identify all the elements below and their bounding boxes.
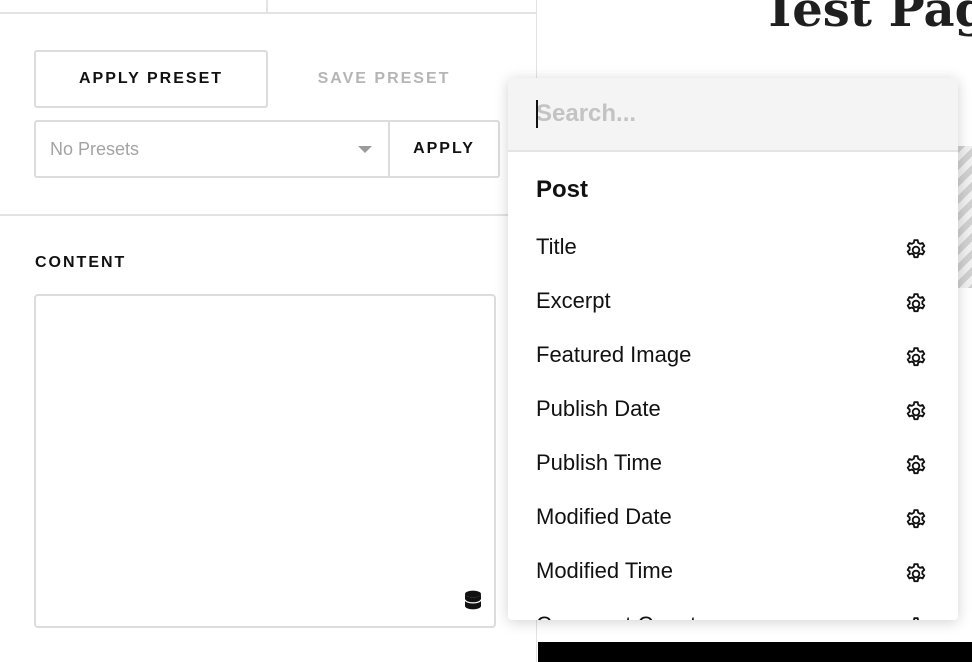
content-label: CONTENT (35, 254, 127, 271)
tab-divider (266, 0, 268, 12)
list-item-modified-date[interactable]: Modified Date (508, 492, 958, 546)
list-item-label: Modified Time (536, 558, 673, 583)
gear-icon[interactable] (904, 346, 928, 370)
list-item-comment-count[interactable]: Comment Count (508, 600, 958, 620)
apply-preset-button[interactable]: APPLY PRESET (34, 50, 268, 108)
group-label-post: Post (536, 176, 589, 203)
list-item-featured-image[interactable]: Featured Image (508, 330, 958, 384)
search-input[interactable] (536, 92, 936, 136)
gear-icon[interactable] (904, 616, 928, 620)
list-item-label: Publish Time (536, 450, 662, 475)
list-item-label: Excerpt (536, 288, 611, 313)
list-item-publish-time[interactable]: Publish Time (508, 438, 958, 492)
text-cursor (536, 100, 538, 128)
list-item-excerpt[interactable]: Excerpt (508, 276, 958, 330)
gear-icon[interactable] (904, 400, 928, 424)
field-connection-dropdown: Post Title Excerpt Featured Image Publis… (508, 78, 958, 620)
section-divider (0, 214, 536, 216)
settings-panel: APPLY PRESET SAVE PRESET No Presets APPL… (0, 0, 537, 662)
list-item-label: Modified Date (536, 504, 672, 529)
gear-icon[interactable] (904, 292, 928, 316)
chevron-down-icon (358, 146, 372, 153)
list-item-modified-time[interactable]: Modified Time (508, 546, 958, 600)
save-preset-button[interactable]: SAVE PRESET (282, 50, 486, 108)
page-title: Test Pag (762, 0, 972, 38)
preset-select[interactable]: No Presets (36, 122, 390, 176)
apply-button[interactable]: APPLY (390, 122, 498, 176)
list-item-title[interactable]: Title (508, 222, 958, 276)
list-item-label: Publish Date (536, 396, 661, 421)
gear-icon[interactable] (904, 562, 928, 586)
search-row (508, 78, 958, 152)
list-item-label: Title (536, 234, 577, 259)
page-footer-bar (538, 642, 972, 662)
list-item-publish-date[interactable]: Publish Date (508, 384, 958, 438)
gear-icon[interactable] (904, 508, 928, 532)
panel-tabs (0, 0, 536, 14)
content-textarea[interactable] (34, 294, 496, 628)
database-icon[interactable] (464, 590, 482, 610)
gear-icon[interactable] (904, 454, 928, 478)
preset-select-value: No Presets (50, 138, 140, 159)
list-item-label: Featured Image (536, 342, 692, 367)
list-item-label: Comment Count (536, 612, 696, 620)
preset-picker: No Presets APPLY (34, 120, 500, 178)
gear-icon[interactable] (904, 238, 928, 262)
